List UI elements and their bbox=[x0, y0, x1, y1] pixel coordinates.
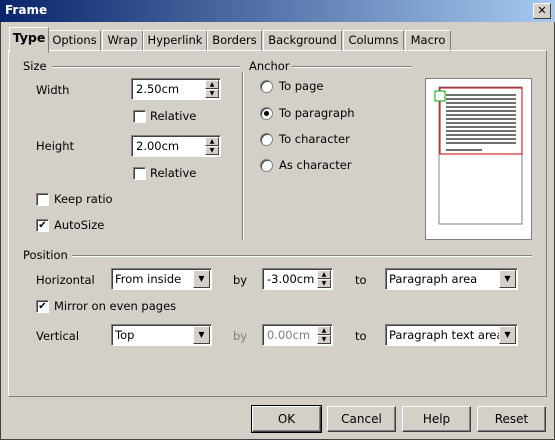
tab-label: Columns bbox=[348, 33, 399, 47]
spin-down-icon[interactable]: ▼ bbox=[205, 89, 219, 98]
height-label: Height bbox=[36, 139, 75, 153]
anchor-to-paragraph-label: To paragraph bbox=[279, 106, 355, 120]
ok-button[interactable]: OK bbox=[251, 405, 322, 433]
title-bar[interactable]: Frame ✕ bbox=[0, 0, 555, 22]
checkmark-icon: ✔ bbox=[38, 220, 47, 231]
width-relative-checkbox[interactable] bbox=[133, 110, 146, 123]
tab-macro[interactable]: Macro bbox=[405, 30, 451, 52]
h-by-label: by bbox=[233, 273, 248, 287]
keep-ratio-label: Keep ratio bbox=[54, 192, 113, 206]
autosize-label: AutoSize bbox=[54, 218, 105, 232]
height-relative-checkbox[interactable] bbox=[133, 167, 146, 180]
radio-selected-dot bbox=[264, 111, 269, 116]
spin-up-icon[interactable]: ▲ bbox=[317, 270, 331, 279]
checkmark-icon: ✔ bbox=[38, 301, 47, 312]
tab-options[interactable]: Options bbox=[48, 30, 101, 52]
anchor-to-character-radio[interactable] bbox=[260, 133, 273, 146]
v-to-select[interactable]: Paragraph text area ▼ bbox=[385, 324, 518, 346]
position-group-label: Position bbox=[23, 248, 68, 262]
spin-down-icon[interactable]: ▼ bbox=[317, 279, 331, 288]
h-to-label: to bbox=[355, 273, 367, 287]
tab-label: Background bbox=[268, 33, 337, 47]
tab-type[interactable]: Type bbox=[9, 27, 49, 53]
spin-up-icon[interactable]: ▲ bbox=[205, 80, 219, 89]
horizontal-value: From inside bbox=[115, 272, 182, 286]
height-value: 2.00cm bbox=[136, 139, 180, 153]
v-to-value: Paragraph text area bbox=[389, 328, 504, 342]
horizontal-select[interactable]: From inside ▼ bbox=[111, 268, 212, 290]
preview-graphic bbox=[434, 86, 523, 225]
size-group-label: Size bbox=[23, 59, 47, 73]
v-by-spinbox[interactable]: 0.00cm ▲ ▼ bbox=[262, 324, 333, 346]
keep-ratio-checkbox[interactable] bbox=[36, 193, 49, 206]
chevron-down-icon[interactable]: ▼ bbox=[499, 270, 516, 288]
help-button[interactable]: Help bbox=[402, 406, 471, 432]
width-spinbox[interactable]: 2.50cm ▲ ▼ bbox=[131, 78, 221, 100]
position-divider bbox=[72, 255, 532, 257]
height-spinbox[interactable]: 2.00cm ▲ ▼ bbox=[131, 135, 221, 157]
anchor-to-page-label: To page bbox=[279, 79, 324, 93]
tab-label: Hyperlink bbox=[147, 33, 203, 47]
spin-down-icon[interactable]: ▼ bbox=[317, 335, 331, 344]
chevron-down-icon[interactable]: ▼ bbox=[193, 270, 210, 288]
dialog-title: Frame bbox=[5, 3, 48, 17]
anchor-to-character-label: To character bbox=[279, 132, 350, 146]
anchor-to-page-radio[interactable] bbox=[260, 80, 273, 93]
spin-down-icon[interactable]: ▼ bbox=[205, 146, 219, 155]
h-by-value: -3.00cm bbox=[267, 272, 315, 286]
group-separator bbox=[242, 72, 244, 240]
chevron-down-icon[interactable]: ▼ bbox=[499, 326, 516, 344]
tab-label: Options bbox=[52, 33, 97, 47]
autosize-checkbox[interactable]: ✔ bbox=[36, 219, 49, 232]
width-value: 2.50cm bbox=[136, 82, 180, 96]
position-preview bbox=[425, 78, 532, 240]
anchor-group-label: Anchor bbox=[249, 59, 290, 73]
close-icon[interactable]: ✕ bbox=[533, 3, 551, 19]
reset-button[interactable]: Reset bbox=[477, 406, 546, 432]
tab-label: Type bbox=[12, 30, 46, 45]
anchor-as-character-label: As character bbox=[279, 158, 352, 172]
vertical-value: Top bbox=[115, 328, 135, 342]
h-to-select[interactable]: Paragraph area ▼ bbox=[385, 268, 518, 290]
vertical-select[interactable]: Top ▼ bbox=[111, 324, 212, 346]
tab-label: Macro bbox=[410, 33, 446, 47]
tab-background[interactable]: Background bbox=[263, 30, 342, 52]
anchor-divider bbox=[292, 66, 412, 68]
h-to-value: Paragraph area bbox=[389, 272, 478, 286]
tab-wrap[interactable]: Wrap bbox=[102, 30, 143, 52]
tab-hyperlink[interactable]: Hyperlink bbox=[143, 30, 207, 52]
mirror-label: Mirror on even pages bbox=[54, 299, 177, 313]
vertical-label: Vertical bbox=[36, 329, 80, 343]
size-divider bbox=[52, 66, 240, 68]
anchor-as-character-radio[interactable] bbox=[260, 159, 273, 172]
v-to-label: to bbox=[355, 329, 367, 343]
horizontal-label: Horizontal bbox=[36, 273, 95, 287]
chevron-down-icon[interactable]: ▼ bbox=[193, 326, 210, 344]
anchor-to-paragraph-radio[interactable] bbox=[260, 107, 273, 120]
width-relative-label: Relative bbox=[150, 109, 197, 123]
width-label: Width bbox=[36, 83, 70, 97]
tab-label: Wrap bbox=[107, 33, 138, 47]
v-by-label: by bbox=[233, 329, 248, 343]
spin-up-icon[interactable]: ▲ bbox=[317, 326, 331, 335]
cancel-button[interactable]: Cancel bbox=[327, 406, 396, 432]
tab-columns[interactable]: Columns bbox=[343, 30, 404, 52]
mirror-checkbox[interactable]: ✔ bbox=[36, 300, 49, 313]
v-by-value: 0.00cm bbox=[267, 328, 311, 342]
tab-borders[interactable]: Borders bbox=[207, 30, 262, 52]
tab-label: Borders bbox=[212, 33, 257, 47]
spin-up-icon[interactable]: ▲ bbox=[205, 137, 219, 146]
height-relative-label: Relative bbox=[150, 166, 197, 180]
preview-anchor-marker bbox=[434, 90, 446, 102]
h-by-spinbox[interactable]: -3.00cm ▲ ▼ bbox=[262, 268, 333, 290]
